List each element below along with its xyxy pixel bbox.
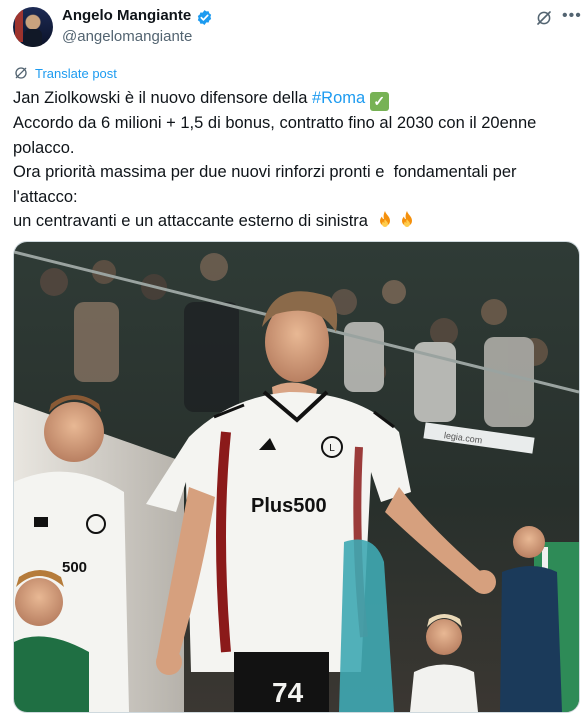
avatar-flag	[15, 10, 23, 42]
tweet-text: Jan Ziolkowski è il nuovo difensore dell…	[13, 86, 581, 234]
check-mark-icon: ✓	[369, 92, 389, 111]
jersey-number: 74	[272, 677, 304, 708]
svg-text:L: L	[329, 443, 335, 454]
author-handle[interactable]: @angelomangiante	[62, 28, 192, 45]
translate-label: Translate post	[35, 65, 117, 81]
fire-icon	[379, 211, 390, 227]
avatar-figure	[24, 29, 42, 47]
tweet-line-4: Ora priorità massima per due nuovi rinfo…	[13, 163, 517, 181]
author-name[interactable]: Angelo Mangiante	[62, 7, 191, 24]
more-options-icon[interactable]: •••	[562, 7, 582, 25]
tweet-line-1-text: Jan Ziolkowski è il nuovo difensore dell…	[13, 89, 312, 107]
tweet-line-5: l'attacco:	[13, 187, 78, 206]
tweet-line-1: Jan Ziolkowski è il nuovo difensore dell…	[13, 86, 581, 111]
avatar[interactable]	[13, 7, 53, 47]
fire-icon	[401, 211, 412, 227]
tweet-line-2: Accordo da 6 milioni + 1,5 di bonus, con…	[13, 114, 537, 132]
translate-post-link[interactable]: Translate post	[13, 65, 117, 81]
grok-icon[interactable]	[535, 9, 553, 27]
tweet-line-3: polacco.	[13, 138, 75, 157]
verified-badge-icon	[197, 10, 212, 25]
tweet-line-6: un centravanti e un attaccante esterno d…	[13, 209, 581, 234]
translate-icon	[15, 67, 27, 79]
photo-illustration: legia.com 500 L Plus500 74	[14, 242, 579, 712]
tweet-photo[interactable]: legia.com 500 L Plus500 74	[13, 241, 580, 713]
hashtag-link[interactable]: #Roma	[312, 89, 365, 107]
svg-text:500: 500	[62, 559, 87, 576]
tweet-line-6-text: un centravanti e un attaccante esterno d…	[13, 212, 373, 230]
jersey-sponsor: Plus500	[251, 495, 327, 517]
